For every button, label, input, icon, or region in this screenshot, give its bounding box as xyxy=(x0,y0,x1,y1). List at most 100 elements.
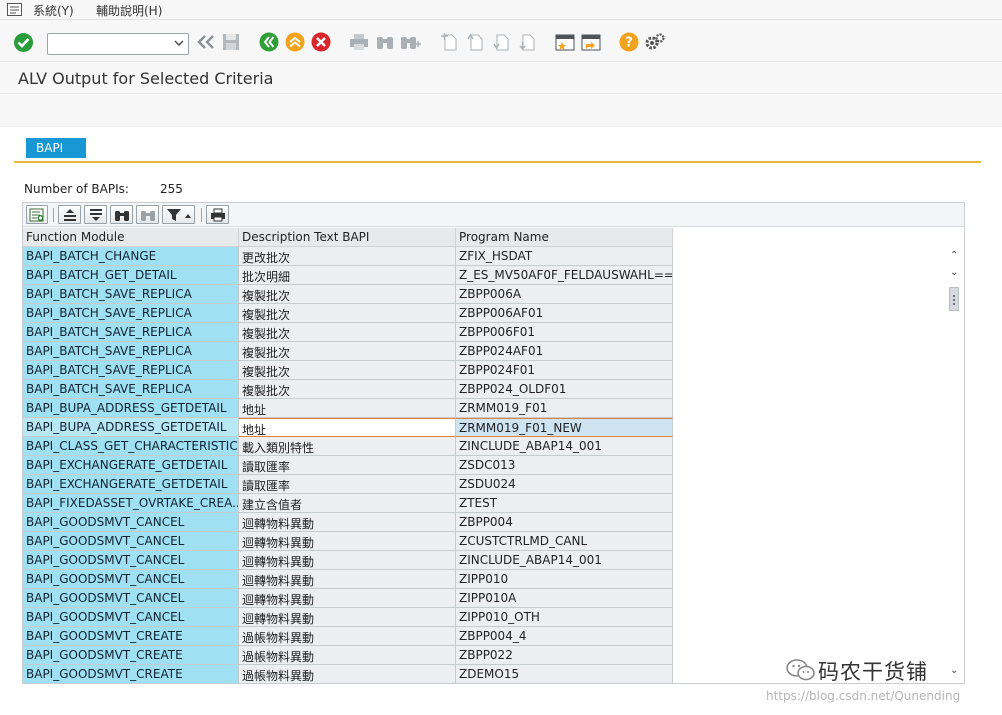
table-row[interactable]: BAPI_BATCH_CHANGE 更改批次 ZFIX_HSDAT xyxy=(23,247,673,266)
cell-description[interactable]: 過帳物料異動 xyxy=(239,646,456,665)
cell-function-module[interactable]: BAPI_CLASS_GET_CHARACTERISTICS xyxy=(23,437,239,456)
cell-function-module[interactable]: BAPI_GOODSMVT_CANCEL xyxy=(23,608,239,627)
cell-function-module[interactable]: BAPI_BATCH_SAVE_REPLICA xyxy=(23,304,239,323)
cell-description[interactable]: 迴轉物料異動 xyxy=(239,608,456,627)
cell-program-name[interactable]: ZFIX_HSDAT xyxy=(456,247,673,266)
table-row[interactable]: BAPI_BATCH_SAVE_REPLICA 複製批次 ZBPP006AF01 xyxy=(23,304,673,323)
cell-function-module[interactable]: BAPI_GOODSMVT_CREATE xyxy=(23,646,239,665)
cell-function-module[interactable]: BAPI_GOODSMVT_CANCEL xyxy=(23,532,239,551)
help-button[interactable]: ? xyxy=(618,31,640,53)
table-row[interactable]: BAPI_GOODSMVT_CANCEL 迴轉物料異動 ZIPP010A xyxy=(23,589,673,608)
cell-program-name[interactable]: ZBPP006F01 xyxy=(456,323,673,342)
cell-description[interactable]: 迴轉物料異動 xyxy=(239,513,456,532)
cell-description[interactable]: 迴轉物料異動 xyxy=(239,551,456,570)
double-back-button[interactable] xyxy=(195,31,217,53)
alv-find-next-button[interactable] xyxy=(136,205,159,224)
table-row[interactable]: BAPI_CLASS_GET_CHARACTERISTICS 載入類別特性 ZINC… xyxy=(23,437,673,456)
settings-button[interactable] xyxy=(644,31,666,53)
command-field[interactable] xyxy=(47,33,189,55)
scroll-down-icon[interactable]: ⌄ xyxy=(950,267,958,278)
table-row[interactable]: BAPI_GOODSMVT_CREATE 過帳物料異動 ZBPP004_4 xyxy=(23,627,673,646)
cell-function-module[interactable]: BAPI_GOODSMVT_CANCEL xyxy=(23,589,239,608)
cell-program-name[interactable]: ZTEST xyxy=(456,494,673,513)
first-page-button[interactable] xyxy=(438,31,460,53)
cell-description[interactable]: 複製批次 xyxy=(239,285,456,304)
table-row[interactable]: BAPI_FIXEDASSET_OVRTAKE_CREA... 建立含值者 ZTES… xyxy=(23,494,673,513)
cell-program-name[interactable]: ZDEMO15 xyxy=(456,665,673,684)
cell-program-name[interactable]: ZBPP004 xyxy=(456,513,673,532)
cell-program-name[interactable]: ZBPP024AF01 xyxy=(456,342,673,361)
table-row[interactable]: BAPI_GOODSMVT_CREATE 過帳物料異動 ZDEMO15 xyxy=(23,665,673,684)
cancel-button[interactable] xyxy=(310,31,332,53)
cell-function-module[interactable]: BAPI_FIXEDASSET_OVRTAKE_CREA... xyxy=(23,494,239,513)
cell-description[interactable]: 讀取匯率 xyxy=(239,475,456,494)
table-row[interactable]: BAPI_GOODSMVT_CANCEL 迴轉物料異動 ZCUSTCTRLMD_CA… xyxy=(23,532,673,551)
cell-function-module[interactable]: BAPI_GOODSMVT_CANCEL xyxy=(23,551,239,570)
table-row[interactable]: BAPI_GOODSMVT_CANCEL 迴轉物料異動 ZIPP010_OTH xyxy=(23,608,673,627)
cell-program-name[interactable]: ZRMM019_F01_NEW xyxy=(456,418,673,437)
table-row[interactable]: BAPI_GOODSMVT_CANCEL 迴轉物料異動 ZBPP004 xyxy=(23,513,673,532)
filter-button[interactable] xyxy=(162,205,195,224)
column-header-description[interactable]: Description Text BAPI xyxy=(239,228,456,247)
table-row[interactable]: BAPI_EXCHANGERATE_GETDETAIL 讀取匯率 ZSDU024 xyxy=(23,475,673,494)
cell-description[interactable]: 複製批次 xyxy=(239,304,456,323)
cell-program-name[interactable]: ZBPP024_OLDF01 xyxy=(456,380,673,399)
dropdown-chevron-icon[interactable] xyxy=(174,39,184,47)
table-row[interactable]: BAPI_BATCH_SAVE_REPLICA 複製批次 ZBPP024AF01 xyxy=(23,342,673,361)
cell-function-module[interactable]: BAPI_BUPA_ADDRESS_GETDETAIL xyxy=(23,399,239,418)
cell-function-module[interactable]: BAPI_BUPA_ADDRESS_GETDETAIL xyxy=(23,418,239,437)
cell-program-name[interactable]: ZIPP010_OTH xyxy=(456,608,673,627)
cell-description[interactable]: 更改批次 xyxy=(239,247,456,266)
system-menu-icon[interactable] xyxy=(7,3,22,16)
table-row[interactable]: BAPI_BATCH_SAVE_REPLICA 複製批次 ZBPP024_OLDF0… xyxy=(23,380,673,399)
cell-description[interactable]: 地址 xyxy=(239,399,456,418)
enter-button[interactable] xyxy=(12,31,34,53)
table-row[interactable]: BAPI_BATCH_SAVE_REPLICA 複製批次 ZBPP006A xyxy=(23,285,673,304)
exit-button[interactable] xyxy=(284,31,306,53)
cell-program-name[interactable]: ZSDC013 xyxy=(456,456,673,475)
cell-description[interactable]: 複製批次 xyxy=(239,380,456,399)
cell-description[interactable]: 過帳物料異動 xyxy=(239,665,456,684)
cell-program-name[interactable]: ZBPP006A xyxy=(456,285,673,304)
cell-program-name[interactable]: Z_ES_MV50AF0F_FELDAUSWAHL==... xyxy=(456,266,673,285)
cell-description[interactable]: 複製批次 xyxy=(239,342,456,361)
column-header-program-name[interactable]: Program Name xyxy=(456,228,673,247)
cell-program-name[interactable]: ZCUSTCTRLMD_CANL xyxy=(456,532,673,551)
cell-function-module[interactable]: BAPI_BATCH_SAVE_REPLICA xyxy=(23,361,239,380)
tab-bapi[interactable]: BAPI xyxy=(26,138,86,158)
cell-description[interactable]: 建立含值者 xyxy=(239,494,456,513)
find-button[interactable] xyxy=(374,31,396,53)
save-button[interactable] xyxy=(220,31,242,53)
cell-function-module[interactable]: BAPI_GOODSMVT_CANCEL xyxy=(23,570,239,589)
cell-program-name[interactable]: ZBPP006AF01 xyxy=(456,304,673,323)
cell-program-name[interactable]: ZIPP010A xyxy=(456,589,673,608)
column-header-function-module[interactable]: Function Module xyxy=(23,228,239,247)
cell-function-module[interactable]: BAPI_GOODSMVT_CANCEL xyxy=(23,513,239,532)
cell-description[interactable]: 迴轉物料異動 xyxy=(239,570,456,589)
menu-help[interactable]: 輔助說明(H) xyxy=(96,2,162,19)
cell-program-name[interactable]: ZINCLUDE_ABAP14_001 xyxy=(456,551,673,570)
cell-description[interactable]: 迴轉物料異動 xyxy=(239,532,456,551)
cell-program-name[interactable]: ZIPP010 xyxy=(456,570,673,589)
table-row[interactable]: BAPI_BUPA_ADDRESS_GETDETAIL 地址 ZRMM019_F01 xyxy=(23,399,673,418)
create-session-button[interactable] xyxy=(554,31,576,53)
table-row[interactable]: BAPI_BATCH_SAVE_REPLICA 複製批次 ZBPP006F01 xyxy=(23,323,673,342)
cell-description[interactable]: 迴轉物料異動 xyxy=(239,589,456,608)
previous-page-button[interactable] xyxy=(464,31,486,53)
table-row[interactable]: BAPI_GOODSMVT_CREATE 過帳物料異動 ZBPP022 xyxy=(23,646,673,665)
command-input[interactable] xyxy=(50,35,168,53)
table-row[interactable]: BAPI_BUPA_ADDRESS_GETDETAIL 地址 ZRMM019_F01… xyxy=(23,418,673,437)
cell-function-module[interactable]: BAPI_GOODSMVT_CREATE xyxy=(23,665,239,684)
scroll-down-icon[interactable]: ⌄ xyxy=(950,665,958,676)
alv-find-button[interactable] xyxy=(110,205,133,224)
cell-function-module[interactable]: BAPI_EXCHANGERATE_GETDETAIL xyxy=(23,475,239,494)
table-row[interactable]: BAPI_BATCH_SAVE_REPLICA 複製批次 ZBPP024F01 xyxy=(23,361,673,380)
last-page-button[interactable] xyxy=(516,31,538,53)
cell-program-name[interactable]: ZSDU024 xyxy=(456,475,673,494)
cell-program-name[interactable]: ZBPP022 xyxy=(456,646,673,665)
cell-function-module[interactable]: BAPI_BATCH_SAVE_REPLICA xyxy=(23,285,239,304)
cell-description[interactable]: 複製批次 xyxy=(239,323,456,342)
cell-description[interactable]: 複製批次 xyxy=(239,361,456,380)
cell-function-module[interactable]: BAPI_BATCH_SAVE_REPLICA xyxy=(23,323,239,342)
cell-program-name[interactable]: ZRMM019_F01 xyxy=(456,399,673,418)
